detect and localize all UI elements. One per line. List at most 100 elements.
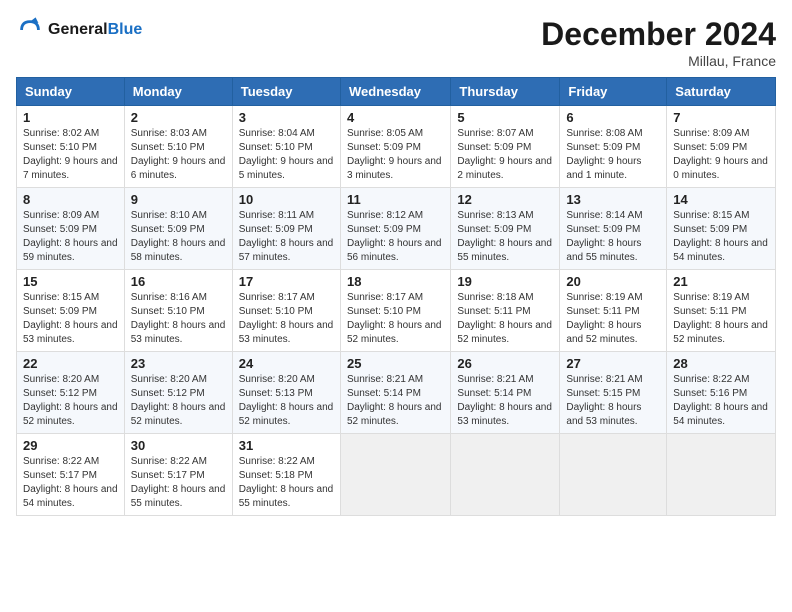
logo-text: GeneralBlue [48, 20, 142, 39]
calendar-cell [560, 434, 667, 516]
calendar-cell: 5Sunrise: 8:07 AM Sunset: 5:09 PM Daylig… [451, 106, 560, 188]
calendar-cell: 30 Sunrise: 8:22 AM Sunset: 5:17 PM Dayli… [124, 434, 232, 516]
day-number: 16 [131, 274, 226, 289]
day-number: 22 [23, 356, 118, 371]
month-title: December 2024 [541, 16, 776, 53]
calendar-cell: 3 Sunrise: 8:04 AM Sunset: 5:10 PM Daylig… [232, 106, 340, 188]
calendar-cell: 9 Sunrise: 8:10 AM Sunset: 5:09 PM Daylig… [124, 188, 232, 270]
calendar-cell: 14Sunrise: 8:15 AM Sunset: 5:09 PM Dayli… [667, 188, 776, 270]
calendar-cell: 27 Sunrise: 8:21 AM Sunset: 5:15 PM Dayli… [560, 352, 667, 434]
calendar-table: SundayMondayTuesdayWednesdayThursdayFrid… [16, 77, 776, 516]
column-header-saturday: Saturday [667, 78, 776, 106]
cell-sun-info: Sunrise: 8:21 AM Sunset: 5:14 PM Dayligh… [347, 373, 444, 429]
calendar-cell: 31Sunrise: 8:22 AM Sunset: 5:18 PM Dayli… [232, 434, 340, 516]
calendar-cell: 1 Sunrise: 8:02 AM Sunset: 5:10 PM Daylig… [17, 106, 125, 188]
day-number: 2 [131, 110, 226, 125]
day-number: 14 [673, 192, 769, 207]
calendar-cell [667, 434, 776, 516]
calendar-cell: 26Sunrise: 8:21 AM Sunset: 5:14 PM Dayli… [451, 352, 560, 434]
cell-sun-info: Sunrise: 8:20 AM Sunset: 5:12 PM Dayligh… [131, 373, 226, 429]
calendar-week-1: 1 Sunrise: 8:02 AM Sunset: 5:10 PM Daylig… [17, 106, 776, 188]
day-number: 20 [566, 274, 660, 289]
logo: GeneralBlue [16, 16, 142, 44]
day-number: 11 [347, 192, 444, 207]
day-number: 29 [23, 438, 118, 453]
day-number: 18 [347, 274, 444, 289]
calendar-cell: 13 Sunrise: 8:14 AM Sunset: 5:09 PM Dayli… [560, 188, 667, 270]
cell-sun-info: Sunrise: 8:22 AM Sunset: 5:16 PM Dayligh… [673, 373, 769, 429]
column-header-wednesday: Wednesday [340, 78, 450, 106]
cell-sun-info: Sunrise: 8:19 AM Sunset: 5:11 PM Dayligh… [673, 291, 769, 347]
day-number: 13 [566, 192, 660, 207]
cell-sun-info: Sunrise: 8:10 AM Sunset: 5:09 PM Dayligh… [131, 209, 226, 265]
calendar-cell: 6 Sunrise: 8:08 AM Sunset: 5:09 PM Daylig… [560, 106, 667, 188]
cell-sun-info: Sunrise: 8:05 AM Sunset: 5:09 PM Dayligh… [347, 127, 444, 183]
day-number: 23 [131, 356, 226, 371]
calendar-cell [340, 434, 450, 516]
cell-sun-info: Sunrise: 8:17 AM Sunset: 5:10 PM Dayligh… [239, 291, 334, 347]
cell-sun-info: Sunrise: 8:03 AM Sunset: 5:10 PM Dayligh… [131, 127, 226, 183]
calendar-cell: 28 Sunrise: 8:22 AM Sunset: 5:16 PM Dayli… [667, 352, 776, 434]
calendar-cell: 22Sunrise: 8:20 AM Sunset: 5:12 PM Dayli… [17, 352, 125, 434]
calendar-cell: 2 Sunrise: 8:03 AM Sunset: 5:10 PM Daylig… [124, 106, 232, 188]
column-header-monday: Monday [124, 78, 232, 106]
cell-sun-info: Sunrise: 8:22 AM Sunset: 5:18 PM Dayligh… [239, 455, 334, 511]
day-number: 7 [673, 110, 769, 125]
cell-sun-info: Sunrise: 8:16 AM Sunset: 5:10 PM Dayligh… [131, 291, 226, 347]
day-number: 8 [23, 192, 118, 207]
cell-sun-info: Sunrise: 8:19 AM Sunset: 5:11 PM Dayligh… [566, 291, 660, 347]
cell-sun-info: Sunrise: 8:04 AM Sunset: 5:10 PM Dayligh… [239, 127, 334, 183]
calendar-cell: 20 Sunrise: 8:19 AM Sunset: 5:11 PM Dayli… [560, 270, 667, 352]
calendar-cell: 15 Sunrise: 8:15 AM Sunset: 5:09 PM Dayli… [17, 270, 125, 352]
day-number: 27 [566, 356, 660, 371]
cell-sun-info: Sunrise: 8:08 AM Sunset: 5:09 PM Dayligh… [566, 127, 660, 183]
cell-sun-info: Sunrise: 8:11 AM Sunset: 5:09 PM Dayligh… [239, 209, 334, 265]
day-number: 15 [23, 274, 118, 289]
page-header: GeneralBlue December 2024 Millau, France [16, 16, 776, 69]
calendar-cell: 24 Sunrise: 8:20 AM Sunset: 5:13 PM Dayli… [232, 352, 340, 434]
cell-sun-info: Sunrise: 8:07 AM Sunset: 5:09 PM Dayligh… [457, 127, 553, 183]
day-number: 6 [566, 110, 660, 125]
calendar-cell: 11Sunrise: 8:12 AM Sunset: 5:09 PM Dayli… [340, 188, 450, 270]
calendar-week-4: 22 Sunrise: 8:20 AM Sunset: 5:12 PM Dayli… [17, 352, 776, 434]
day-number: 30 [131, 438, 226, 453]
cell-sun-info: Sunrise: 8:22 AM Sunset: 5:17 PM Dayligh… [131, 455, 226, 511]
calendar-cell: 4 Sunrise: 8:05 AM Sunset: 5:09 PM Daylig… [340, 106, 450, 188]
cell-sun-info: Sunrise: 8:09 AM Sunset: 5:09 PM Dayligh… [23, 209, 118, 265]
cell-sun-info: Sunrise: 8:14 AM Sunset: 5:09 PM Dayligh… [566, 209, 660, 265]
cell-sun-info: Sunrise: 8:02 AM Sunset: 5:10 PM Dayligh… [23, 127, 118, 183]
day-number: 25 [347, 356, 444, 371]
calendar-cell: 23 Sunrise: 8:20 AM Sunset: 5:12 PM Dayli… [124, 352, 232, 434]
cell-sun-info: Sunrise: 8:15 AM Sunset: 5:09 PM Dayligh… [23, 291, 118, 347]
cell-sun-info: Sunrise: 8:17 AM Sunset: 5:10 PM Dayligh… [347, 291, 444, 347]
calendar-cell: 21Sunrise: 8:19 AM Sunset: 5:11 PM Dayli… [667, 270, 776, 352]
day-number: 19 [457, 274, 553, 289]
column-header-friday: Friday [560, 78, 667, 106]
calendar-cell: 18 Sunrise: 8:17 AM Sunset: 5:10 PM Dayli… [340, 270, 450, 352]
calendar-cell: 12Sunrise: 8:13 AM Sunset: 5:09 PM Dayli… [451, 188, 560, 270]
cell-sun-info: Sunrise: 8:21 AM Sunset: 5:15 PM Dayligh… [566, 373, 660, 429]
day-number: 26 [457, 356, 553, 371]
calendar-cell: 16 Sunrise: 8:16 AM Sunset: 5:10 PM Dayli… [124, 270, 232, 352]
calendar-cell: 7 Sunrise: 8:09 AM Sunset: 5:09 PM Daylig… [667, 106, 776, 188]
cell-sun-info: Sunrise: 8:20 AM Sunset: 5:13 PM Dayligh… [239, 373, 334, 429]
day-number: 4 [347, 110, 444, 125]
cell-sun-info: Sunrise: 8:22 AM Sunset: 5:17 PM Dayligh… [23, 455, 118, 511]
calendar-cell: 8 Sunrise: 8:09 AM Sunset: 5:09 PM Daylig… [17, 188, 125, 270]
title-area: December 2024 Millau, France [541, 16, 776, 69]
calendar-cell: 29 Sunrise: 8:22 AM Sunset: 5:17 PM Dayli… [17, 434, 125, 516]
day-number: 9 [131, 192, 226, 207]
calendar-cell: 19 Sunrise: 8:18 AM Sunset: 5:11 PM Dayli… [451, 270, 560, 352]
day-number: 17 [239, 274, 334, 289]
logo-icon [16, 16, 44, 44]
day-number: 3 [239, 110, 334, 125]
cell-sun-info: Sunrise: 8:18 AM Sunset: 5:11 PM Dayligh… [457, 291, 553, 347]
calendar-cell: 10Sunrise: 8:11 AM Sunset: 5:09 PM Dayli… [232, 188, 340, 270]
day-number: 24 [239, 356, 334, 371]
day-number: 1 [23, 110, 118, 125]
day-number: 28 [673, 356, 769, 371]
cell-sun-info: Sunrise: 8:09 AM Sunset: 5:09 PM Dayligh… [673, 127, 769, 183]
column-header-sunday: Sunday [17, 78, 125, 106]
calendar-week-5: 29 Sunrise: 8:22 AM Sunset: 5:17 PM Dayli… [17, 434, 776, 516]
location: Millau, France [541, 53, 776, 69]
